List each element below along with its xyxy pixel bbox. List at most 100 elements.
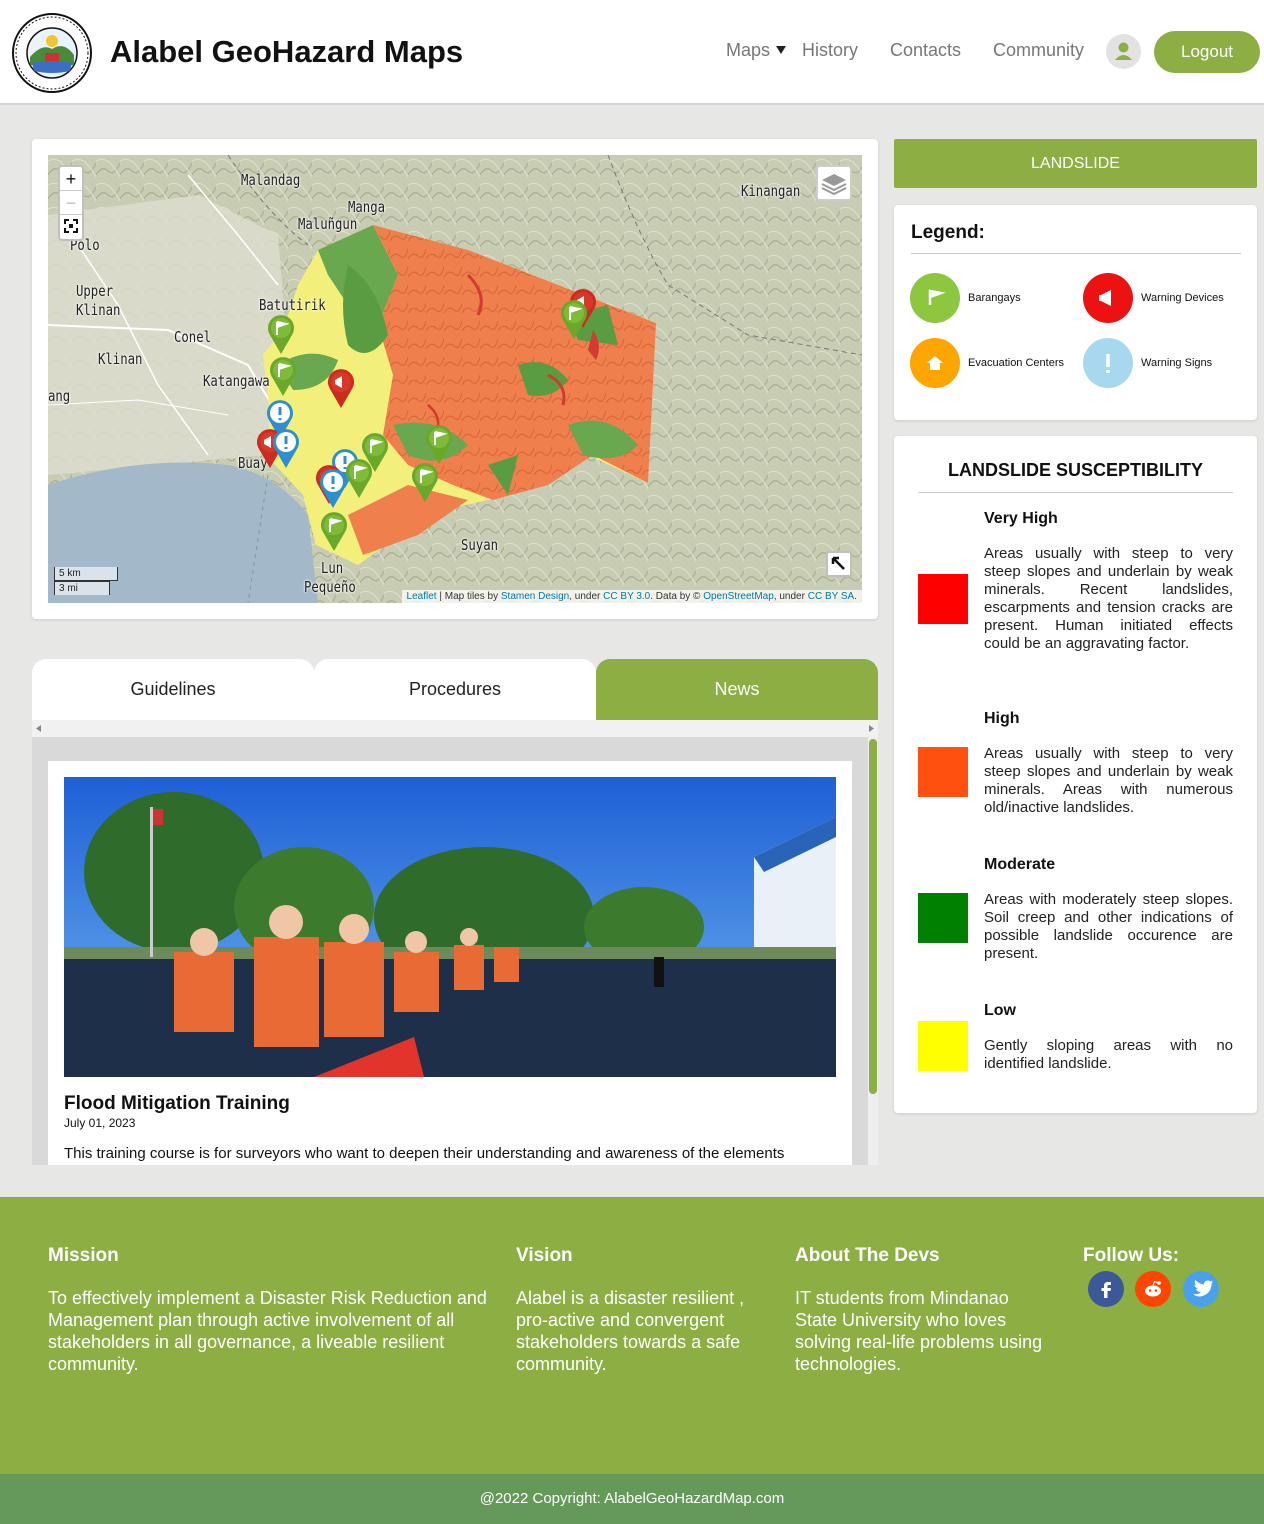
map-scale: 5 km 3 mi [54,567,118,595]
devs-title: About The Devs [795,1245,940,1266]
legend-label: Barangays [968,292,1021,304]
nav-community[interactable]: Community [993,40,1084,61]
footer-about-devs: About The Devs IT students from Mindanao… [795,1245,1045,1375]
moderate-swatch [918,893,968,943]
fit-bounds-button[interactable] [60,215,82,239]
place-batutirik: Batutirik [259,296,326,314]
place-katangawan: Katangawa [203,372,270,390]
legend-title: Legend: [911,222,985,243]
scroll-arrows-icon [36,725,874,732]
news-panel: Flood Mitigation Training July 01, 2023 … [32,737,878,1165]
exclamation-icon [1106,354,1110,373]
place-conel: Conel [174,328,212,346]
barangay-flag-marker-icon[interactable] [266,313,296,355]
stamen-link[interactable]: Stamen Design [501,591,569,602]
devs-text: IT students from Mindanao State Universi… [795,1288,1043,1374]
susceptibility-low: Low Gently sloping areas with no identif… [918,1002,1233,1082]
home-icon [927,356,943,370]
news-photo [64,777,836,1077]
cc-by-link[interactable]: CC BY 3.0 [603,591,650,602]
hazard-map[interactable]: Malandag Manga Maluñgun Kinangan Polo Up… [48,155,862,603]
municipal-seal-logo[interactable] [12,13,92,93]
news-card[interactable]: Flood Mitigation Training July 01, 2023 … [48,761,852,1165]
barangay-flag-marker-icon[interactable] [344,457,374,499]
attribution-text: . Data by © [650,591,704,602]
footer-mission: Mission To effectively implement a Disas… [48,1245,488,1375]
very-high-swatch [918,574,968,624]
attribution-text: , under [569,591,604,602]
barangay-flag-marker-icon[interactable] [268,355,298,397]
vision-text: Alabel is a disaster resilient , pro-act… [516,1288,745,1374]
nav-history[interactable]: History [802,40,858,61]
leaflet-link[interactable]: Leaflet [407,591,437,602]
zoom-in-button[interactable]: + [60,167,82,191]
reddit-button[interactable] [1135,1271,1171,1307]
vertical-scrollbar[interactable] [868,737,878,1165]
level-name: High [984,710,1020,727]
reddit-icon [1145,1280,1161,1297]
attribution-text: . [854,591,857,602]
nav-contacts[interactable]: Contacts [890,40,961,61]
vertical-scroll-thumb[interactable] [869,739,877,1094]
facebook-button[interactable] [1088,1271,1124,1307]
news-title[interactable]: Flood Mitigation Training [64,1093,290,1115]
barangay-flag-marker-icon[interactable] [559,298,589,340]
user-icon [1115,42,1132,60]
barangay-flag-marker-icon[interactable] [410,461,440,503]
evacuation-legend-circle [910,338,960,388]
logout-button[interactable]: Logout [1154,31,1260,73]
warning-device-marker-icon[interactable] [326,367,356,409]
fullscreen-button[interactable] [826,551,852,577]
low-swatch [918,1021,968,1071]
news-date: July 01, 2023 [64,1116,136,1130]
map-attribution: Leaflet | Map tiles by Stamen Design, un… [401,590,862,603]
map-card: Malandag Manga Maluñgun Kinangan Polo Up… [32,139,878,619]
zoom-control: + − [58,165,84,241]
twitter-button[interactable] [1183,1271,1219,1307]
place-ang: ang [48,387,71,405]
caret-down-icon [776,46,787,54]
barangay-legend-circle [910,273,960,323]
zoom-out-button[interactable]: − [60,191,82,215]
horizontal-scrollbar[interactable] [32,720,878,737]
site-header: Alabel GeoHazard Maps Maps History Conta… [0,0,1264,105]
place-pequeno: Pequeño [304,578,356,596]
mission-title: Mission [48,1245,119,1266]
megaphone-icon [1099,290,1111,306]
divider [918,492,1233,493]
mission-text: To effectively implement a Disaster Risk… [48,1288,487,1374]
barangay-flag-marker-icon[interactable] [424,423,454,465]
twitter-icon [1193,1280,1213,1297]
warning-device-legend-circle [1083,273,1133,323]
site-title: Alabel GeoHazard Maps [110,34,464,69]
warning-sign-marker-icon[interactable] [271,427,301,469]
level-name: Very High [984,510,1058,527]
high-swatch [918,747,968,797]
nav-maps-dropdown[interactable]: Maps [726,40,787,61]
barangay-flag-marker-icon[interactable] [319,510,349,552]
layers-icon [821,174,847,196]
info-tabs: Guidelines Procedures News [32,659,878,720]
scale-mi: 3 mi [54,581,110,595]
level-description: Areas with moderately steep slopes. Soil… [984,891,1233,962]
place-malungun: Maluñgun [298,215,358,233]
level-name: Moderate [984,856,1056,873]
user-profile-button[interactable] [1106,34,1141,69]
site-footer: Mission To effectively implement a Disas… [0,1197,1264,1474]
landslide-hazard-button[interactable]: LANDSLIDE [894,139,1257,188]
osm-link[interactable]: OpenStreetMap [703,591,774,602]
copyright-bar: @2022 Copyright: AlabelGeoHazardMap.com [0,1474,1264,1524]
layers-control-button[interactable] [816,165,852,201]
cc-by-sa-link[interactable]: CC BY SA [808,591,855,602]
place-kinangan: Kinangan [741,182,801,200]
tab-procedures[interactable]: Procedures [314,659,596,720]
level-description: Gently sloping areas with no identified … [984,1037,1233,1072]
tab-news[interactable]: News [596,659,878,720]
tab-guidelines[interactable]: Guidelines [32,659,314,720]
flag-icon [928,289,946,305]
susceptibility-moderate: Moderate Areas with moderately steep slo… [918,856,1233,962]
level-name: Low [984,1002,1016,1019]
legend-label: Warning Signs [1141,357,1213,369]
susceptibility-high: High Areas usually with steep to very st… [918,710,1233,816]
susceptibility-very-high: Very High Areas usually with steep to ve… [918,510,1233,670]
